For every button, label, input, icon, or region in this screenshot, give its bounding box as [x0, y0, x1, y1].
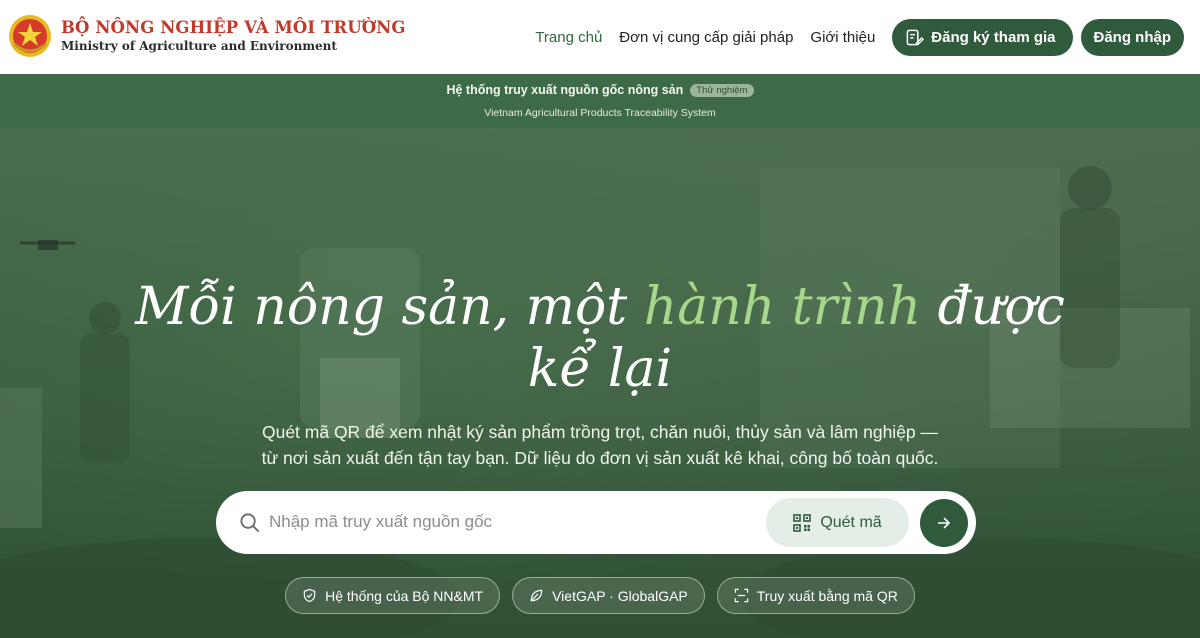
edit-form-icon [906, 29, 925, 45]
nav-solution-providers[interactable]: Đơn vị cung cấp giải pháp [619, 29, 793, 46]
qr-code-icon [793, 513, 812, 532]
register-button[interactable]: Đăng ký tham gia [892, 18, 1073, 56]
hero-description-line2: từ nơi sản xuất đến tận tay bạn. Dữ liệu… [261, 448, 939, 468]
national-emblem-icon[interactable] [8, 14, 52, 58]
feature-chips: Hệ thống của Bộ NN&MT VietGAP · GlobalGA… [0, 577, 1200, 614]
banner-subtitle: Vietnam Agricultural Products Traceabili… [484, 107, 716, 119]
hero-title-part1: Mỗi nông sản, một [135, 277, 644, 337]
status-badge: Thử nghiệm [690, 83, 754, 97]
shield-check-icon [303, 588, 316, 603]
nav-home[interactable]: Trang chủ [535, 29, 602, 46]
chip-ministry-system[interactable]: Hệ thống của Bộ NN&MT [285, 577, 501, 614]
chip-vietgap-globalgap[interactable]: VietGAP · GlobalGAP [512, 577, 705, 614]
system-banner: Hệ thống truy xuất nguồn gốc nông sản Th… [0, 74, 1200, 128]
hero-section: Mỗi nông sản, một hành trình được kể lại… [0, 128, 1200, 638]
chip-label: Truy xuất bằng mã QR [756, 587, 898, 604]
search-input[interactable] [269, 507, 749, 537]
ministry-brand[interactable]: BỘ NÔNG NGHIỆP VÀ MÔI TRƯỜNG Ministry of… [61, 18, 406, 55]
hero-description-line1: Quét mã QR để xem nhật ký sản phẩm trồng… [261, 422, 939, 442]
main-nav: Trang chủ Đơn vị cung cấp giải pháp Giới… [535, 18, 1184, 56]
search-icon [240, 513, 260, 533]
hero-title-part2: được [921, 277, 1065, 337]
top-header: BỘ NÔNG NGHIỆP VÀ MÔI TRƯỜNG Ministry of… [0, 0, 1200, 74]
chip-label: VietGAP · GlobalGAP [552, 587, 688, 604]
chip-qr-traceability[interactable]: Truy xuất bằng mã QR [716, 577, 915, 614]
brand-subtitle: Ministry of Agriculture and Environment [61, 39, 337, 53]
arrow-right-icon [937, 517, 950, 529]
login-button[interactable]: Đăng nhập [1080, 18, 1184, 56]
brand-title: BỘ NÔNG NGHIỆP VÀ MÔI TRƯỜNG [61, 18, 406, 37]
hero-title-highlight: hành trình [643, 277, 922, 337]
leaf-icon [530, 589, 543, 602]
hero-description: Quét mã QR để xem nhật ký sản phẩm trồng… [0, 419, 1200, 471]
chip-label: Hệ thống của Bộ NN&MT [325, 587, 484, 604]
search-submit-button[interactable] [920, 499, 968, 547]
scan-qr-button[interactable]: Quét mã [766, 498, 909, 547]
nav-about[interactable]: Giới thiệu [810, 29, 875, 46]
hero-title: Mỗi nông sản, một hành trình được kể lại [0, 276, 1200, 400]
banner-title: Hệ thống truy xuất nguồn gốc nông sản [446, 83, 684, 97]
scan-qr-label: Quét mã [820, 513, 882, 531]
login-label: Đăng nhập [1093, 28, 1172, 46]
scan-frame-icon [734, 588, 748, 603]
hero-title-line2: kể lại [527, 339, 673, 399]
search-bar: Quét mã [216, 491, 976, 554]
register-label: Đăng ký tham gia [931, 28, 1056, 46]
